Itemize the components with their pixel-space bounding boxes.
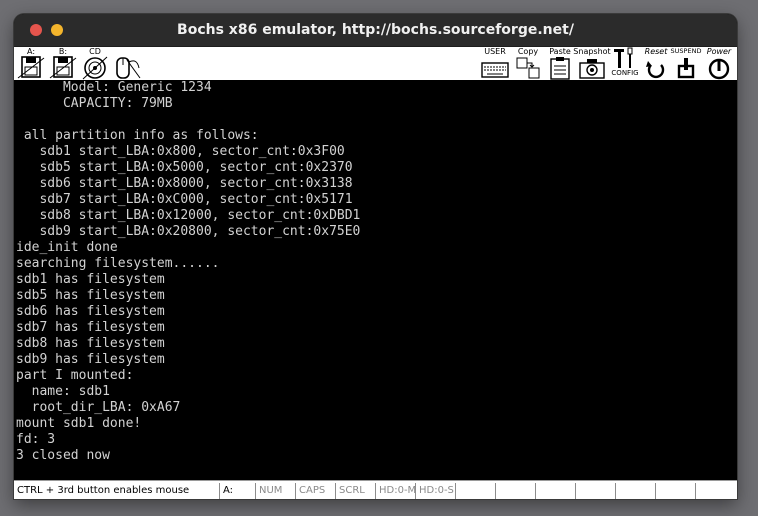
- status-caps-lock: CAPS: [295, 483, 335, 499]
- console-line: sdb8 has filesystem: [16, 336, 165, 351]
- copy-label: Copy: [517, 47, 539, 56]
- config-button[interactable]: CONFIG: [610, 47, 640, 80]
- status-empty-cell: [495, 483, 535, 499]
- snapshot-label: Snapshot: [573, 47, 611, 56]
- console-line: sdb5 start_LBA:0x5000, sector_cnt:0x2370: [16, 160, 353, 175]
- console-line: sdb7 start_LBA:0xC000, sector_cnt:0x5171: [16, 192, 353, 207]
- console-line: all partition info as follows:: [16, 128, 259, 143]
- console-line: 3 closed now: [16, 448, 110, 463]
- suspend-icon: [677, 58, 695, 79]
- status-empty-cell: [575, 483, 615, 499]
- suspend-label: SUSPEND: [670, 47, 702, 55]
- power-button[interactable]: Power: [702, 47, 736, 80]
- reset-icon: [646, 61, 665, 79]
- console-line: sdb1 has filesystem: [16, 272, 165, 287]
- emulator-screen[interactable]: Model: Generic 1234 CAPACITY: 79MB all p…: [14, 80, 737, 480]
- console-line: sdb7 has filesystem: [16, 320, 165, 335]
- floppy-a-label: A:: [26, 47, 36, 56]
- suspend-button[interactable]: SUSPEND: [669, 47, 703, 80]
- mouse-capture-button[interactable]: [112, 47, 142, 80]
- toolbar: A: B: CD USER Copy Paste Snapshot CONFIG…: [14, 47, 737, 80]
- paste-button[interactable]: Paste: [545, 47, 575, 80]
- status-empty-cell: [455, 483, 495, 499]
- status-num-lock: NUM: [255, 483, 295, 499]
- status-bar: CTRL + 3rd button enables mouse A: NUM C…: [14, 480, 737, 499]
- console-line: fd: 3: [16, 432, 56, 447]
- console-line: sdb9 start_LBA:0x20800, sector_cnt:0x75E…: [16, 224, 361, 239]
- console-line: sdb9 has filesystem: [16, 352, 165, 367]
- status-scroll-lock: SCRL: [335, 483, 375, 499]
- console-line: Model: Generic 1234: [16, 80, 212, 95]
- floppy-b-label: B:: [58, 47, 68, 56]
- power-icon: [708, 58, 730, 80]
- console-line: root_dir_LBA: 0xA67: [16, 400, 181, 415]
- user-button[interactable]: USER: [479, 47, 511, 80]
- status-message: CTRL + 3rd button enables mouse: [17, 485, 190, 496]
- console-line: sdb1 start_LBA:0x800, sector_cnt:0x3F00: [16, 144, 345, 159]
- status-floppy: A:: [219, 483, 255, 499]
- power-label: Power: [706, 47, 732, 56]
- status-empty-cell: [615, 483, 655, 499]
- reset-label: Reset: [644, 47, 668, 56]
- cdrom-button[interactable]: CD: [81, 47, 109, 80]
- status-empty-cell: [655, 483, 695, 499]
- console-line: name: sdb1: [16, 384, 110, 399]
- config-label: CONFIG: [611, 69, 639, 77]
- mouse-icon: [116, 57, 141, 79]
- window-title: Bochs x86 emulator, http://bochs.sourcef…: [177, 22, 574, 38]
- console-line: sdb5 has filesystem: [16, 288, 165, 303]
- status-hd0-master: HD:0-M: [375, 483, 415, 499]
- console-line: sdb6 start_LBA:0x8000, sector_cnt:0x3138: [16, 176, 353, 191]
- tools-icon: [614, 47, 633, 68]
- console-line: part I mounted:: [16, 368, 134, 383]
- cdrom-label: CD: [89, 47, 101, 56]
- floppy-icon: [17, 56, 45, 79]
- reset-button[interactable]: Reset: [641, 47, 671, 80]
- floppy-a-button[interactable]: A:: [17, 47, 45, 80]
- console-line: mount sdb1 done!: [16, 416, 142, 431]
- camera-icon: [579, 59, 605, 79]
- status-hd0-slave: HD:0-S: [415, 483, 455, 499]
- copy-icon: [516, 57, 540, 79]
- snapshot-button[interactable]: Snapshot: [573, 47, 611, 80]
- console-line: sdb6 has filesystem: [16, 304, 165, 319]
- user-label: USER: [484, 47, 506, 56]
- keyboard-icon: [481, 62, 509, 78]
- status-empty-cell: [535, 483, 575, 499]
- emulator-window: Bochs x86 emulator, http://bochs.sourcef…: [14, 14, 737, 499]
- floppy-icon: [49, 56, 77, 79]
- console-line: sdb8 start_LBA:0x12000, sector_cnt:0xDBD…: [16, 208, 361, 223]
- console-line: searching filesystem......: [16, 256, 220, 271]
- console-output: Model: Generic 1234 CAPACITY: 79MB all p…: [16, 80, 360, 464]
- floppy-b-button[interactable]: B:: [49, 47, 77, 80]
- paste-label: Paste: [549, 47, 571, 56]
- console-line: ide_init done: [16, 240, 118, 255]
- cdrom-icon: [82, 56, 108, 80]
- copy-button[interactable]: Copy: [513, 47, 543, 80]
- title-bar: Bochs x86 emulator, http://bochs.sourcef…: [14, 14, 737, 47]
- console-line: CAPACITY: 79MB: [16, 96, 173, 111]
- clipboard-icon: [550, 57, 570, 80]
- status-empty-cell: [695, 483, 737, 499]
